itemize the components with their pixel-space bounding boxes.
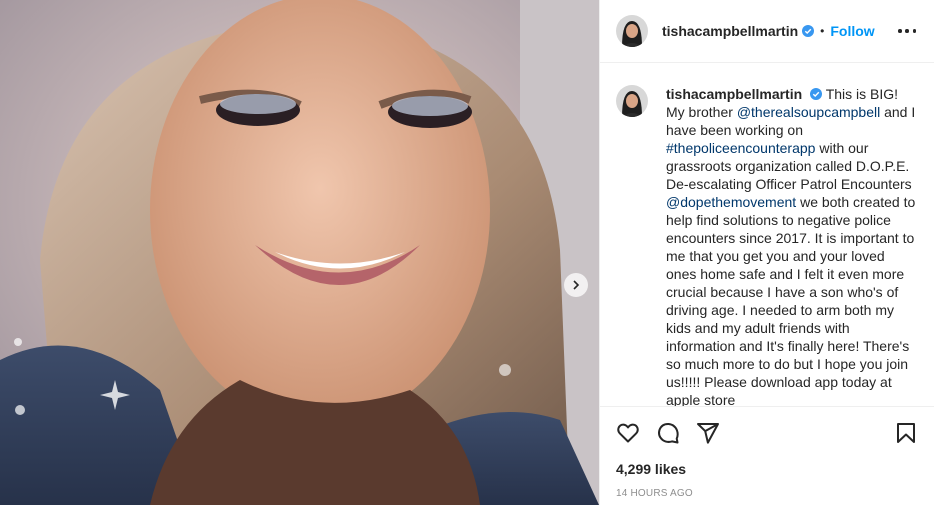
header-username[interactable]: tishacampbellmartin [662,23,798,39]
mention-link[interactable]: @therealsoupcampbell [737,104,880,120]
likes-count[interactable]: 4,299 likes [616,461,686,477]
post-sidebar: tishacampbellmartin • Follow tishacampbe… [600,0,934,505]
hashtag-link[interactable]: #thepoliceencounterapp [666,140,815,156]
more-options-icon[interactable] [898,22,916,40]
post-photo [0,0,599,505]
bookmark-icon[interactable] [894,421,918,445]
caption-avatar-image [616,85,648,117]
comment-icon[interactable] [656,421,680,445]
mention-link[interactable]: @dopethemovement [666,194,796,210]
instagram-post: tishacampbellmartin • Follow tishacampbe… [0,0,934,505]
caption-verified-badge-icon [810,88,823,100]
verified-badge-icon [802,25,815,37]
post-timestamp[interactable]: 14 HOURS AGO [616,488,693,499]
avatar-image [616,15,648,47]
header-separator: • [820,24,825,38]
actions-divider [600,406,934,407]
share-icon[interactable] [696,421,720,445]
caption-area: tishacampbellmartin This is BIG! My brot… [600,64,934,406]
follow-button[interactable]: Follow [830,23,874,39]
caption-text-segment: we both created to help find solutions t… [666,194,916,406]
caption-username[interactable]: tishacampbellmartin [666,86,802,102]
next-media-button[interactable] [564,273,588,297]
post-header: tishacampbellmartin • Follow [600,0,934,63]
heart-icon[interactable] [616,421,640,445]
caption-body: This is BIG! My brother @therealsoupcamp… [666,86,915,406]
action-bar [616,421,918,445]
chevron-right-icon [573,280,580,290]
avatar[interactable] [616,15,648,47]
caption-avatar[interactable] [616,85,648,117]
caption-text: tishacampbellmartin This is BIG! My brot… [666,85,918,406]
post-media[interactable] [0,0,599,505]
